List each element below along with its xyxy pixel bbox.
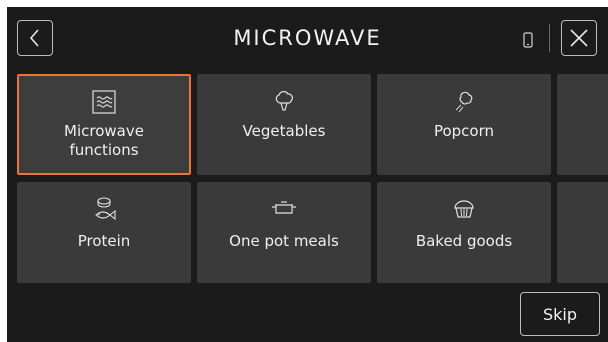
- fish-icon: [95, 197, 116, 221]
- tile-protein[interactable]: Protein: [17, 182, 191, 283]
- tile-label: Popcorn: [433, 122, 495, 140]
- tile-label: Protein: [77, 232, 131, 250]
- tile-label: Vegetables: [242, 122, 326, 140]
- microwave-waves-icon: [92, 90, 116, 114]
- header-divider: [549, 24, 550, 52]
- close-button[interactable]: [561, 20, 597, 56]
- skip-button[interactable]: Skip: [520, 292, 600, 336]
- pot-icon: [272, 201, 296, 214]
- tile-label: One pot meals: [229, 232, 339, 250]
- tile-label: Microwave functions: [64, 122, 144, 159]
- tile-partial-nu[interactable]: Nu: [557, 182, 608, 283]
- microwave-screen: MICROWAVE Microwave functions Vegetables…: [7, 7, 608, 342]
- tile-label: Baked goods: [415, 232, 513, 250]
- muffin-icon: [454, 200, 474, 218]
- tile-microwave-functions[interactable]: Microwave functions: [17, 74, 191, 175]
- close-icon: [570, 29, 588, 47]
- tile-popcorn[interactable]: Popcorn: [377, 74, 551, 175]
- tile-baked-goods[interactable]: Baked goods: [377, 182, 551, 283]
- popcorn-icon: [455, 91, 473, 113]
- header-bar: MICROWAVE: [7, 7, 608, 69]
- phone-icon[interactable]: [523, 32, 533, 48]
- tile-vegetables[interactable]: Vegetables: [197, 74, 371, 175]
- page-title: MICROWAVE: [233, 26, 382, 50]
- tile-one-pot-meals[interactable]: One pot meals: [197, 182, 371, 283]
- broccoli-icon: [275, 91, 293, 111]
- tile-partial[interactable]: [557, 74, 608, 175]
